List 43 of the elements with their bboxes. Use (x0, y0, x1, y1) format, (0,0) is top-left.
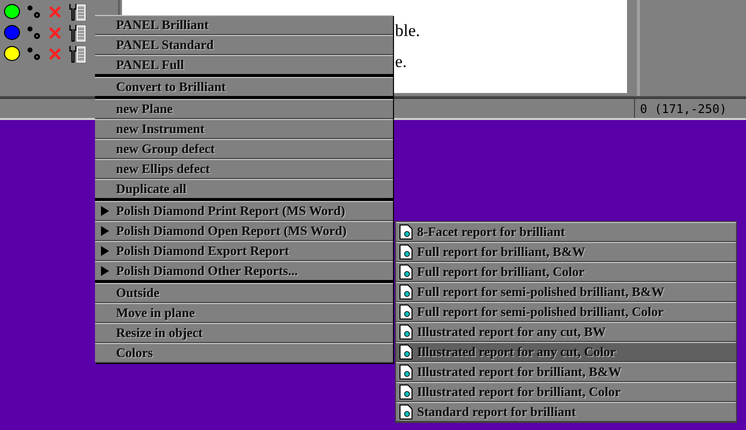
menu-item[interactable]: Polish Diamond Other Reports... (95, 261, 393, 283)
menu-item[interactable]: Illustrated report for brilliant, B&W (396, 362, 736, 382)
menu-item[interactable]: Illustrated report for any cut, BW (396, 322, 736, 342)
menu-item[interactable]: new Instrument (95, 119, 393, 139)
menu-item[interactable]: PANEL Standard (95, 35, 393, 55)
menu-item[interactable]: 8-Facet report for brilliant (396, 222, 736, 242)
menu-item[interactable]: Illustrated report for any cut, Color (396, 342, 736, 362)
document-icon (399, 304, 413, 320)
document-icon (399, 224, 413, 240)
menu-item[interactable]: Polish Diamond Print Report (MS Word) (95, 201, 393, 221)
menu-item[interactable]: Polish Diamond Open Report (MS Word) (95, 221, 393, 241)
document-icon (399, 264, 413, 280)
menu-item[interactable]: Polish Diamond Export Report (95, 241, 393, 261)
document-icon (399, 364, 413, 380)
tool-icon[interactable] (68, 24, 86, 42)
menu-item[interactable]: new Plane (95, 99, 393, 119)
document-icon (399, 344, 413, 360)
tool-icon[interactable] (68, 2, 86, 20)
menu-item[interactable]: PANEL Full (95, 55, 393, 77)
document-icon (399, 284, 413, 300)
document-icon (399, 244, 413, 260)
document-icon (399, 404, 413, 420)
coordinates-text: 0 (171,-250) (639, 101, 727, 118)
document-text: e. (395, 52, 407, 71)
menu-item[interactable]: Full report for brilliant, B&W (396, 242, 736, 262)
document-text: ble. (395, 21, 420, 40)
menu-item[interactable]: Duplicate all (95, 179, 393, 201)
menu-item[interactable]: PANEL Brilliant (95, 15, 393, 35)
menu-item[interactable]: new Group defect (95, 139, 393, 159)
tool-icon[interactable] (68, 44, 86, 62)
menu-item[interactable]: Outside (95, 283, 393, 303)
menu-item[interactable]: Resize in object (95, 323, 393, 343)
menu-item[interactable]: Full report for semi-polished brilliant, Color (396, 302, 736, 322)
menu-item[interactable]: Full report for semi-polished brilliant, B&W (396, 282, 736, 302)
menu-item[interactable]: Convert to Brilliant (95, 77, 393, 99)
document-icon (399, 384, 413, 400)
menu-item[interactable]: Full report for brilliant, Color (396, 262, 736, 282)
document-icon (399, 324, 413, 340)
menu-item[interactable]: new Ellips defect (95, 159, 393, 179)
menu-item[interactable]: Colors (95, 343, 393, 363)
menu-item[interactable]: Standard report for brilliant (396, 402, 736, 422)
menu-item[interactable]: Illustrated report for brilliant, Color (396, 382, 736, 402)
menu-item[interactable]: Move in plane (95, 303, 393, 323)
